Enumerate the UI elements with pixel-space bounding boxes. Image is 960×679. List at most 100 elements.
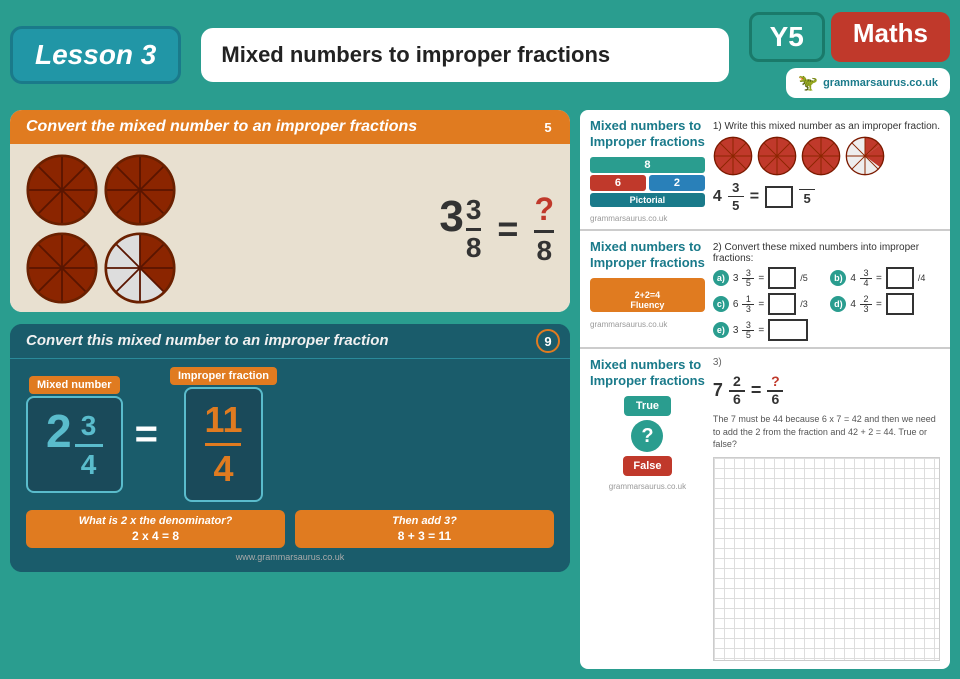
pizza-partial — [104, 232, 176, 304]
hint-row: What is 2 x the denominator? 2 x 4 = 8 T… — [26, 510, 554, 548]
ws1-instruction: 1) Write this mixed number as an imprope… — [713, 121, 940, 132]
hint1-question: What is 2 x the denominator? — [34, 515, 277, 527]
right-panel: Mixed numbers to Improper fractions 8 6 … — [580, 110, 950, 669]
pizza-full-3 — [26, 232, 98, 304]
big-equals: = — [135, 412, 158, 457]
hint1-answer: 2 x 4 = 8 — [34, 529, 277, 543]
ws-pizza-partial — [845, 136, 885, 176]
ws-pizza2 — [757, 136, 797, 176]
improper-box-wrap: Improper fraction 11 4 — [170, 367, 277, 502]
true-false-area: True ? False — [590, 396, 705, 476]
ws-section3-right: 3) 7 2 6 = ? 6 The 7 must be 44 because … — [713, 357, 940, 661]
mixed-box-wrap: Mixed number 2 3 4 — [26, 376, 123, 493]
slide2-content: Mixed number 2 3 4 = — [10, 359, 570, 572]
imp-line — [205, 443, 241, 446]
header-title: Mixed numbers to improper fractions — [201, 28, 728, 82]
true-button[interactable]: True — [624, 396, 671, 416]
ws1-answer-box — [765, 186, 793, 208]
ws-section1-right: 1) Write this mixed number as an imprope… — [713, 118, 940, 213]
mixed-label: Mixed number — [29, 376, 120, 394]
year-maths-row: Y5 Maths — [749, 12, 950, 62]
ws-item-a: a) 3 3 5 = /5 — [713, 267, 823, 289]
left-panel: Convert the mixed number to an improper … — [10, 110, 570, 669]
ws-item-c: c) 6 1 3 = /3 — [713, 293, 823, 315]
ws1-mixed-frac: 3 5 — [728, 180, 744, 213]
section3-explanation: The 7 must be 44 because 6 x 7 = 42 and … — [713, 413, 940, 451]
ws-pizza1 — [713, 136, 753, 176]
improper-frac: 11 4 — [204, 399, 242, 490]
ws-label-a: a) — [713, 270, 729, 286]
big-mixed: 2 3 4 — [46, 408, 103, 481]
ws-section2: Mixed numbers to Improper fractions 2+2=… — [580, 231, 950, 349]
pizza-full-1 — [26, 154, 98, 226]
answer-line — [534, 230, 554, 233]
maths-badge: Maths — [831, 12, 950, 62]
pizza-full-2 — [104, 154, 176, 226]
ws-section1-left: Mixed numbers to Improper fractions 8 6 … — [590, 118, 705, 223]
slide1-header: Convert the mixed number to an improper … — [10, 110, 570, 144]
ws-label-b: b) — [830, 270, 846, 286]
section2-title: Mixed numbers to Improper fractions — [590, 239, 705, 270]
ws-pizza3 — [801, 136, 841, 176]
slide1: Convert the mixed number to an improper … — [10, 110, 570, 312]
ws-section2-row: Mixed numbers to Improper fractions 2+2=… — [590, 239, 940, 341]
branding-badge: 🦖 grammarsaurus.co.uk — [786, 68, 950, 98]
slide1-number: 5 — [536, 115, 560, 139]
section3-title: Mixed numbers to Improper fractions — [590, 357, 705, 388]
hint2-answer: 8 + 3 = 11 — [303, 529, 546, 543]
ws1-den: 5 — [799, 188, 815, 206]
section3-equation: 7 2 6 = ? 6 — [713, 374, 940, 407]
slide2-number: 9 — [536, 329, 560, 353]
slide2-header: Convert this mixed number to an improper… — [10, 324, 570, 359]
answer-grid — [713, 457, 940, 661]
ws-section1: Mixed numbers to Improper fractions 8 6 … — [580, 110, 950, 231]
cb-6: 6 — [590, 175, 646, 191]
ws-item-d: d) 4 2 3 = — [830, 293, 940, 315]
ws-section3: Mixed numbers to Improper fractions True… — [580, 349, 950, 669]
ws2-instruction: 2) Convert these mixed numbers into impr… — [713, 242, 940, 264]
section1-title: Mixed numbers to Improper fractions — [590, 118, 705, 149]
header-right: Y5 Maths 🦖 grammarsaurus.co.uk — [749, 12, 950, 98]
year-badge: Y5 — [749, 12, 825, 62]
big-frac-line — [75, 444, 103, 447]
question-icon: ? — [631, 420, 663, 452]
ws-color-blocks: 8 6 2 Pictorial — [590, 157, 705, 207]
slide1-content: 3 3 8 = ? 8 — [10, 144, 570, 312]
conversion-box: Mixed number 2 3 4 = — [26, 367, 554, 502]
frac-line — [466, 228, 482, 231]
big-frac: 3 4 — [75, 410, 103, 481]
header: Lesson 3 Mixed numbers to improper fract… — [10, 10, 950, 100]
mixed-number-box: 2 3 4 — [26, 396, 123, 493]
ws-section2-left: Mixed numbers to Improper fractions 2+2=… — [590, 239, 705, 329]
fluency-badge: 2+2=4 Fluency — [590, 278, 705, 312]
answer-frac: ? 8 — [534, 191, 554, 267]
hint1: What is 2 x the denominator? 2 x 4 = 8 — [26, 510, 285, 548]
ws-pizza-row — [713, 136, 940, 176]
fraction-display: 3 3 8 = ? 8 — [439, 191, 554, 267]
improper-number-box: 11 4 — [184, 387, 262, 502]
ws-label-c: c) — [713, 296, 729, 312]
ws-section2-right: 2) Convert these mixed numbers into impr… — [713, 239, 940, 341]
cb-pictorial: Pictorial — [590, 193, 705, 207]
ws1-branding: grammarsaurus.co.uk — [590, 214, 705, 223]
equals: = — [497, 208, 518, 250]
ws-section1-row: Mixed numbers to Improper fractions 8 6 … — [590, 118, 940, 223]
ws3-branding: grammarsaurus.co.uk — [590, 482, 705, 491]
cb-2: 2 — [649, 175, 705, 191]
ws-grid: a) 3 3 5 = /5 b) 4 — [713, 267, 940, 341]
ws-item-e: e) 3 3 5 = — [713, 319, 940, 341]
pizza-group — [26, 154, 176, 304]
slide2-branding: www.grammarsaurus.co.uk — [26, 552, 554, 562]
frac-part: 3 8 — [466, 195, 482, 264]
improper-label: Improper fraction — [170, 367, 277, 385]
slide2: Convert this mixed number to an improper… — [10, 324, 570, 572]
ws-section3-left: Mixed numbers to Improper fractions True… — [590, 357, 705, 661]
mixed-number: 3 3 8 — [439, 195, 481, 264]
hint2: Then add 3? 8 + 3 = 11 — [295, 510, 554, 548]
hint2-question: Then add 3? — [303, 515, 546, 527]
ws-item-b: b) 4 3 4 = /4 — [830, 267, 940, 289]
ws-label-e: e) — [713, 322, 729, 338]
cb-num: 8 — [590, 157, 705, 173]
section3-qnum: 3) — [713, 357, 940, 368]
false-button[interactable]: False — [623, 456, 671, 476]
